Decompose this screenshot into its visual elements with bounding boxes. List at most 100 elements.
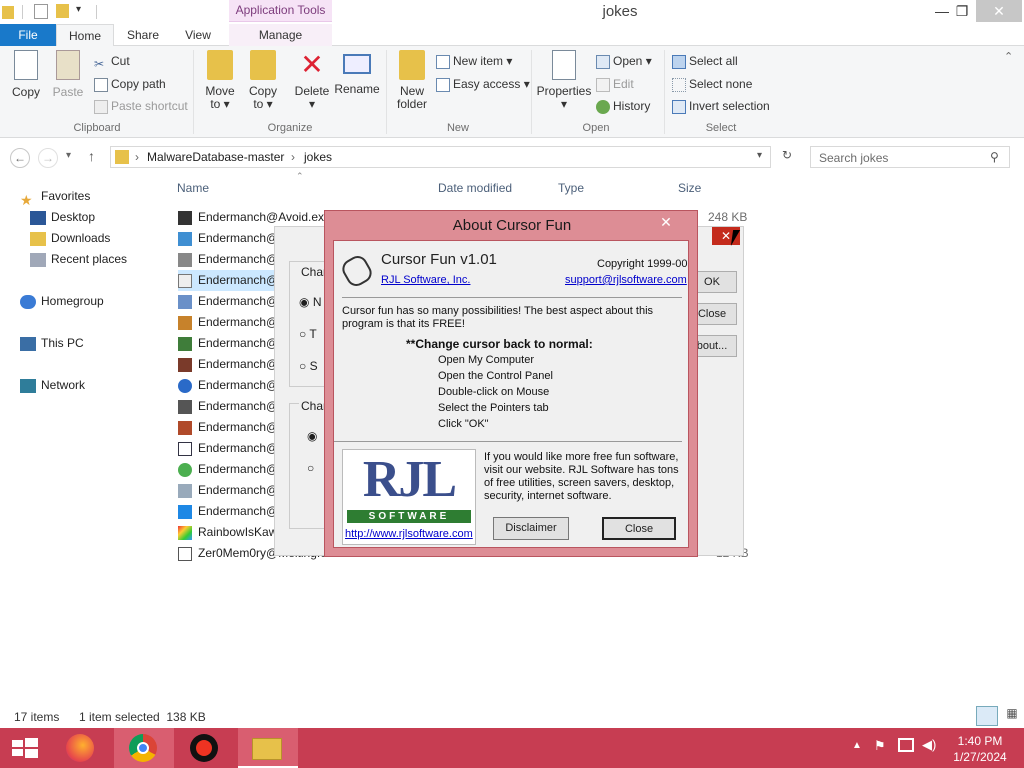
copy-path-button[interactable]: Copy path [94, 75, 166, 93]
address-bar[interactable]: › MalwareDatabase-master › jokes ▾ [110, 146, 771, 168]
tab-file[interactable]: File [0, 24, 56, 46]
file-row[interactable]: Endermanch@ [178, 228, 278, 249]
nav-homegroup[interactable]: Homegroup [20, 291, 104, 311]
file-row[interactable]: RainbowIsKaw [178, 522, 277, 543]
easy-access-button[interactable]: Easy access ▾ [436, 75, 530, 93]
file-row[interactable]: Endermanch@ [178, 480, 278, 501]
radio-option-4[interactable]: ◉ [307, 429, 317, 443]
tab-home[interactable]: Home [56, 24, 114, 47]
delete-button[interactable]: ✕ Delete ▾ [290, 50, 334, 111]
new-folder-icon[interactable] [56, 4, 69, 18]
radio-option-5[interactable]: ○ [307, 461, 314, 475]
chrome-taskbar-button[interactable] [114, 728, 174, 768]
select-none-button[interactable]: Select none [672, 75, 752, 93]
cut-label: Cut [111, 54, 130, 68]
customize-toolbar-icon[interactable]: ▾ [76, 4, 81, 15]
tab-share[interactable]: Share [118, 24, 168, 46]
breadcrumb-jokes[interactable]: jokes [304, 150, 332, 164]
copy-button[interactable]: Copy [6, 50, 46, 99]
website-link[interactable]: http://www.rjlsoftware.com [345, 528, 473, 541]
show-hidden-icons[interactable]: ▲ [852, 740, 862, 751]
network-tray-icon[interactable] [898, 738, 914, 752]
column-name[interactable]: Name [177, 181, 209, 195]
paste-shortcut-button[interactable]: Paste shortcut [94, 97, 188, 115]
file-row[interactable]: Endermanch@ [178, 291, 278, 312]
breadcrumb-malwaredatabase[interactable]: MalwareDatabase-master [147, 150, 284, 164]
properties-button[interactable]: Properties ▾ [536, 50, 592, 111]
clock-date[interactable]: 1/27/2024 [950, 750, 1010, 764]
collapse-ribbon-icon[interactable]: ⌃ [1004, 50, 1013, 63]
file-row-selected[interactable]: Endermanch@ [178, 270, 278, 291]
copy-to-button[interactable]: Copy to ▾ [243, 50, 283, 111]
close-icon[interactable]: ✕ [652, 212, 680, 232]
firefox-taskbar-button[interactable] [54, 728, 114, 768]
file-row[interactable]: Endermanch@ [178, 333, 278, 354]
support-email-link[interactable]: support@rjlsoftware.com [565, 274, 687, 287]
refresh-icon[interactable]: ↻ [776, 148, 798, 168]
invert-selection-button[interactable]: Invert selection [672, 97, 770, 115]
cut-button[interactable]: ✂ Cut [94, 52, 130, 71]
up-icon[interactable]: ↑ [88, 148, 95, 164]
open-button[interactable]: Open ▾ [596, 52, 652, 70]
details-view-icon[interactable] [976, 706, 998, 726]
file-row[interactable]: Endermanch@Avoid.exe [178, 207, 331, 228]
ribbon-tabs: File Home Share View Manage [0, 24, 1024, 47]
recorder-taskbar-button[interactable] [176, 728, 236, 768]
edit-button[interactable]: Edit [596, 75, 634, 93]
volume-icon[interactable]: ◀) [922, 737, 936, 753]
nav-network[interactable]: Network [20, 375, 85, 395]
file-row[interactable]: Endermanch@ [178, 501, 278, 522]
file-row[interactable]: Endermanch@ [178, 459, 278, 480]
promo-text: If you would like more free fun software… [484, 451, 679, 502]
large-icons-view-icon[interactable]: ▦ [1002, 706, 1022, 726]
file-row[interactable]: Endermanch@ [178, 417, 278, 438]
column-type[interactable]: Type [558, 181, 584, 195]
nav-this-pc[interactable]: This PC [20, 333, 84, 353]
windows-start-icon[interactable] [0, 728, 50, 768]
new-folder-button[interactable]: New folder [392, 50, 432, 111]
tab-view[interactable]: View [172, 24, 224, 46]
nav-downloads[interactable]: Downloads [30, 228, 110, 248]
file-explorer-taskbar-button[interactable] [238, 728, 298, 768]
file-row[interactable]: Endermanch@ [178, 438, 278, 459]
paste-button[interactable]: Paste [50, 50, 86, 99]
properties-icon[interactable] [34, 4, 48, 19]
nav-desktop[interactable]: Desktop [30, 207, 95, 227]
copy-path-label: Copy path [111, 77, 166, 91]
move-to-button[interactable]: Move to ▾ [200, 50, 240, 111]
close-icon[interactable]: ✕ [976, 0, 1022, 22]
tab-manage[interactable]: Manage [229, 24, 332, 46]
radio-option-2[interactable]: ○ T [299, 327, 317, 341]
file-row[interactable]: Endermanch@ [178, 249, 278, 270]
column-date-modified[interactable]: Date modified [438, 181, 512, 195]
file-row[interactable]: Endermanch@ [178, 375, 278, 396]
close-button[interactable]: Close [602, 517, 676, 540]
nav-favorites[interactable]: ★ Favorites [20, 186, 90, 208]
history-button[interactable]: History [596, 97, 650, 115]
disclaimer-button[interactable]: Disclaimer [493, 517, 569, 540]
back-button[interactable]: ← [10, 148, 30, 168]
select-all-button[interactable]: Select all [672, 52, 738, 70]
clock-time[interactable]: 1:40 PM [950, 734, 1010, 748]
new-item-button[interactable]: New item ▾ [436, 52, 512, 70]
search-input[interactable]: Search jokes [810, 146, 1010, 168]
file-row[interactable]: Endermanch@ [178, 312, 278, 333]
file-row[interactable]: Endermanch@ [178, 354, 278, 375]
flag-icon[interactable]: ⚑ [874, 738, 886, 754]
rename-button[interactable]: Rename [334, 50, 380, 96]
forward-button[interactable]: → [38, 148, 58, 168]
radio-option-1[interactable]: ◉ N [299, 295, 321, 309]
file-icon [178, 294, 192, 309]
chevron-down-icon[interactable]: ▾ [757, 150, 762, 161]
easy-access-icon [436, 77, 450, 92]
column-size[interactable]: Size [678, 181, 701, 195]
radio-option-3[interactable]: ○ S [299, 359, 318, 373]
file-row[interactable]: Endermanch@ [178, 396, 278, 417]
search-icon[interactable]: ⚲ [990, 150, 999, 164]
restore-icon[interactable]: ❐ [944, 0, 980, 22]
recent-locations-icon[interactable]: ▾ [66, 150, 71, 161]
nav-recent-places[interactable]: Recent places [30, 249, 127, 269]
company-link[interactable]: RJL Software, Inc. [381, 274, 470, 287]
file-icon [178, 420, 192, 435]
file-icon [178, 252, 192, 267]
